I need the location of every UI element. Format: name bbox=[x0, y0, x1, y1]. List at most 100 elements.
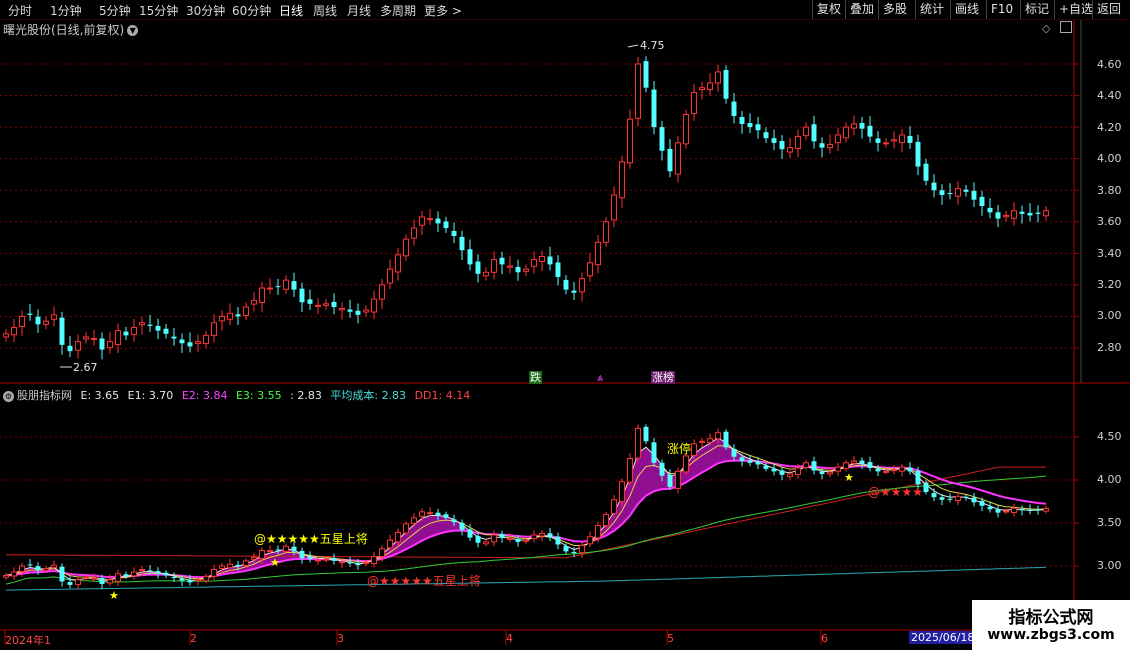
settings-icon[interactable]: ⚙ bbox=[3, 390, 14, 402]
candle-body-down bbox=[347, 309, 353, 312]
indicator-value-blank: : 2.83 bbox=[290, 389, 322, 402]
ind-candle-body-down bbox=[123, 574, 129, 577]
ind-candle-body-down bbox=[571, 551, 577, 554]
ind-candle-body-down bbox=[171, 577, 177, 579]
ind-candle-body-up bbox=[243, 560, 249, 566]
candle-body-down bbox=[515, 266, 521, 273]
diamond-icon[interactable]: ◇ bbox=[1042, 22, 1050, 35]
fall-marker[interactable]: 跌 bbox=[529, 371, 542, 384]
x-axis-label: 2 bbox=[190, 632, 197, 645]
ind-candle-body-up bbox=[379, 548, 385, 558]
candle-body-down bbox=[499, 257, 505, 265]
chevron-down-icon[interactable]: ▼ bbox=[127, 25, 139, 36]
ind-candle-body-up bbox=[339, 561, 345, 564]
candle-body-up bbox=[707, 82, 713, 91]
ind-candle-body-down bbox=[187, 580, 193, 583]
ind-candle-body-up bbox=[795, 467, 801, 475]
ind-candle-body-down bbox=[739, 457, 745, 462]
candle-body-down bbox=[331, 301, 337, 307]
high-pointer bbox=[627, 44, 639, 48]
x-axis-label: 3 bbox=[337, 632, 344, 645]
candle-body-down bbox=[867, 125, 873, 137]
candle-body-down bbox=[819, 143, 825, 148]
window-toggle-icon[interactable] bbox=[1060, 21, 1072, 33]
ind-candle-body-down bbox=[59, 566, 65, 582]
kline-chart[interactable] bbox=[0, 0, 1130, 650]
ind-candle-body-down bbox=[867, 462, 873, 468]
ind-candle-body-up bbox=[219, 565, 225, 569]
ind-candle-body-down bbox=[979, 500, 985, 506]
avg-cost-line bbox=[5, 566, 1047, 591]
ind-candle-body-down bbox=[67, 581, 73, 585]
ind-candle-body-up bbox=[531, 534, 537, 540]
indicator-y-tick: 3.50 bbox=[1097, 516, 1122, 529]
candle-body-up bbox=[315, 304, 321, 307]
ind-candle-body-up bbox=[315, 559, 321, 562]
y-tick: 3.40 bbox=[1097, 247, 1122, 260]
limit-up-label: 涨停 bbox=[667, 442, 692, 456]
candle-body-up bbox=[75, 341, 81, 351]
candle-body-down bbox=[987, 207, 993, 213]
candle-body-down bbox=[1035, 212, 1041, 214]
ind-candle-body-up bbox=[891, 469, 897, 472]
candle-body-down bbox=[147, 324, 153, 326]
candle-body-down bbox=[355, 310, 361, 315]
candle-body-up bbox=[603, 221, 609, 243]
ind-candle-body-down bbox=[811, 461, 817, 471]
ind-candle-body-down bbox=[651, 442, 657, 463]
candle-body-up bbox=[579, 278, 585, 293]
indicator-header: ⚙ 股朋指标网 E: 3.65 E1: 3.70 E2: 3.84 E3: 3.5… bbox=[3, 387, 475, 403]
ind-candle-body-down bbox=[763, 465, 769, 469]
ind-candle-body-down bbox=[147, 570, 153, 572]
five-star-signal-bottom: @★★★★★五星上将 bbox=[367, 574, 481, 588]
ind-candle-body-down bbox=[859, 460, 865, 464]
candle-body-up bbox=[107, 341, 113, 349]
ind-candle-body-down bbox=[35, 566, 41, 571]
ind-candle-body-down bbox=[467, 529, 473, 538]
ind-candle-body-down bbox=[915, 470, 921, 485]
e1-line bbox=[5, 445, 1047, 580]
y-tick: 3.00 bbox=[1097, 309, 1122, 322]
ind-candle-body-up bbox=[363, 562, 369, 565]
candle-body-up bbox=[955, 188, 961, 197]
candle-body-up bbox=[587, 262, 593, 277]
candle-body-up bbox=[259, 287, 265, 304]
candle-body-up bbox=[419, 216, 425, 226]
candle-body-up bbox=[843, 126, 849, 139]
ind-candle-body-up bbox=[507, 537, 513, 540]
candle-body-up bbox=[595, 241, 601, 266]
candle-body-up bbox=[411, 227, 417, 239]
ind-candle-body-up bbox=[611, 499, 617, 514]
candle-body-up bbox=[523, 268, 529, 272]
y-tick: 4.00 bbox=[1097, 152, 1122, 165]
ind-candle-body-up bbox=[883, 470, 889, 473]
candle-body-down bbox=[235, 314, 241, 317]
candle-body-down bbox=[299, 288, 305, 303]
e2-line bbox=[5, 459, 1047, 579]
ind-candle-body-up bbox=[75, 579, 81, 585]
ind-candle-body-up bbox=[699, 440, 705, 443]
candle-body-down bbox=[939, 190, 945, 195]
ind-candle-body-down bbox=[907, 467, 913, 472]
watermark-url: www.zbgs3.com bbox=[987, 627, 1115, 643]
candle-body-down bbox=[771, 138, 777, 143]
watermark-title: 指标公式网 bbox=[1008, 608, 1094, 628]
ind-candle-body-down bbox=[179, 578, 185, 581]
e-line bbox=[5, 437, 1047, 582]
limit-list-marker[interactable]: 涨榜 bbox=[651, 371, 675, 384]
candle-body-up bbox=[211, 322, 217, 336]
candle-body-down bbox=[979, 196, 985, 206]
ind-candle-body-down bbox=[555, 536, 561, 545]
star-icon: ★ bbox=[109, 589, 119, 602]
candle-body-down bbox=[731, 101, 737, 117]
ind-candle-body-up bbox=[43, 568, 49, 571]
ind-candle-body-down bbox=[475, 536, 481, 543]
ind-candle-body-up bbox=[83, 576, 89, 579]
ind-candle-body-down bbox=[963, 496, 969, 499]
ind-candle-body-up bbox=[707, 438, 713, 443]
ind-candle-body-up bbox=[227, 563, 233, 569]
ind-candle-body-up bbox=[539, 532, 545, 537]
five-star-signal-right: @★★★★ bbox=[868, 485, 924, 499]
up-arrow-marker[interactable]: ⩓ bbox=[597, 371, 603, 384]
ind-candle-body-up bbox=[51, 564, 57, 569]
